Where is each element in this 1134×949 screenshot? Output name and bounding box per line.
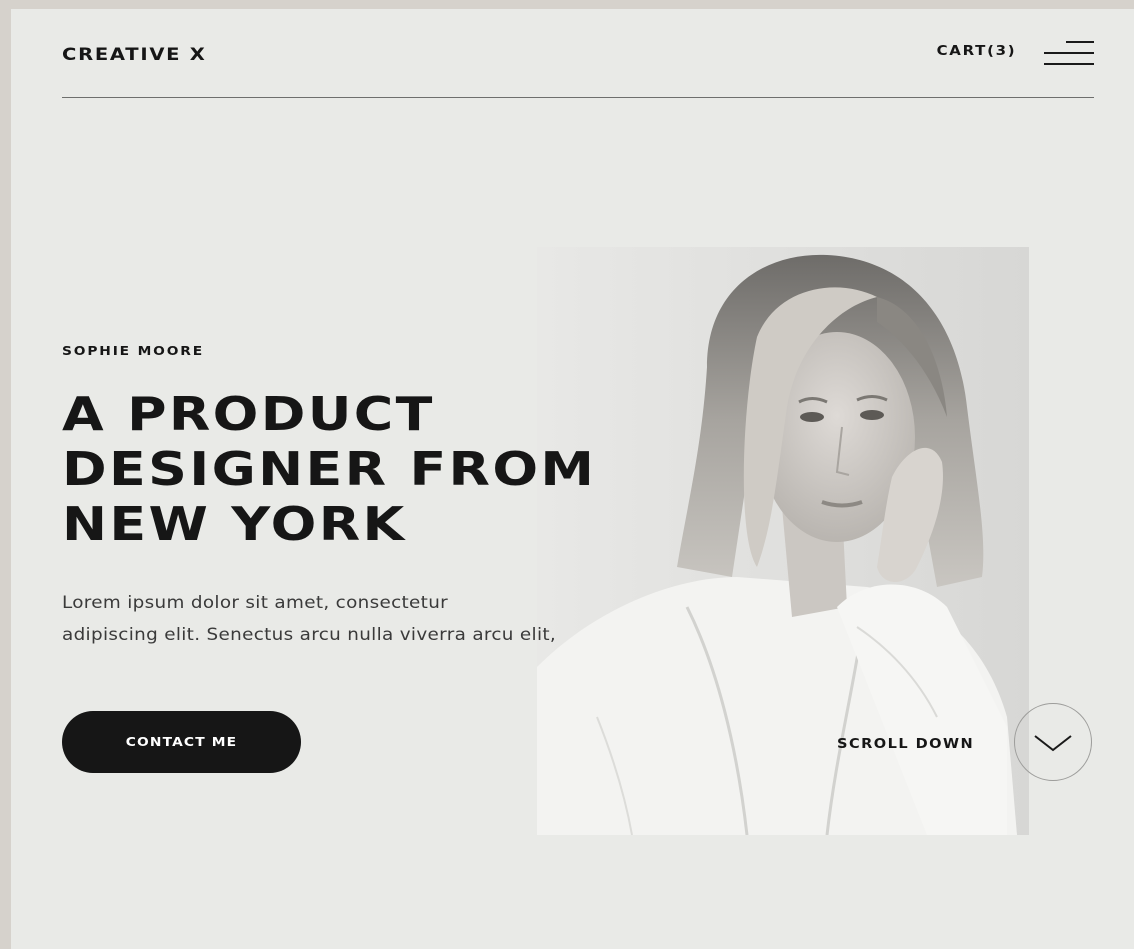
site-header: CREATIVE X CART(3) [62,9,1094,98]
menu-line [1044,63,1094,65]
hamburger-menu-icon[interactable] [1044,41,1094,67]
menu-line [1066,41,1094,43]
hero-intro-text: Lorem ipsum dolor sit amet, consectetur … [62,587,840,651]
scroll-down-button[interactable] [1014,703,1092,781]
page: CREATIVE X CART(3) SOPHIE MOORE A PRODUC… [11,9,1134,949]
chevron-down-icon [1034,735,1072,752]
menu-line [1044,52,1094,54]
headline-line: DESIGNER FROM [62,442,597,496]
contact-me-button[interactable]: CONTACT ME [62,711,301,773]
scroll-down-label[interactable]: SCROLL DOWN [837,737,974,752]
intro-line: adipiscing elit. Senectus arcu nulla viv… [62,625,557,645]
brand-logo[interactable]: CREATIVE X [62,45,207,65]
intro-line: Lorem ipsum dolor sit amet, consectetur [62,593,449,613]
contact-me-label: CONTACT ME [125,735,238,749]
headline-line: NEW YORK [62,497,407,551]
cart-link[interactable]: CART(3) [936,44,1016,59]
hero-headline: A PRODUCT DESIGNER FROM NEW YORK [62,387,596,552]
headline-line: A PRODUCT [62,387,435,441]
designer-name: SOPHIE MOORE [62,344,205,358]
